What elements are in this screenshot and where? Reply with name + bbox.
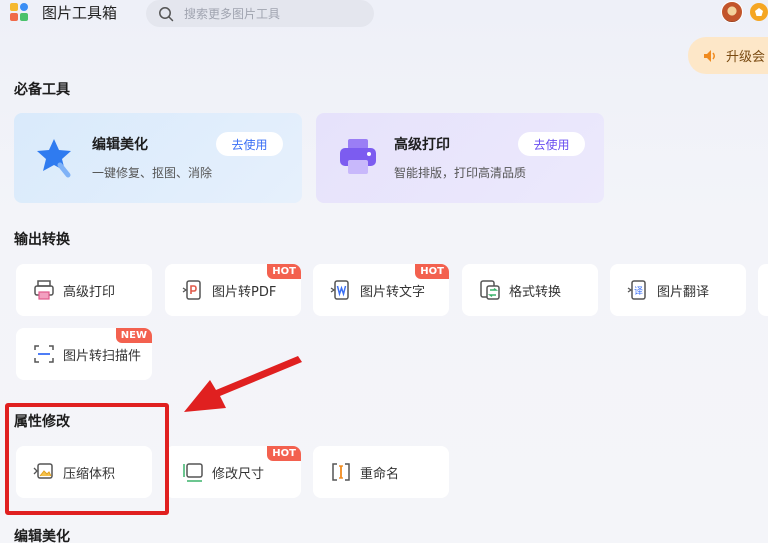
- tool-image-to-pdf[interactable]: 图片转PDF HOT: [165, 264, 301, 316]
- search-box[interactable]: [146, 0, 374, 27]
- upgrade-label: 升级会: [726, 50, 766, 65]
- tile-overflow: [758, 264, 768, 316]
- resize-icon: [183, 463, 203, 482]
- card-advanced-print[interactable]: 高级打印 智能排版，打印高清品质 去使用: [316, 113, 604, 203]
- hot-badge: HOT: [267, 446, 301, 461]
- tool-rename[interactable]: 重命名: [313, 446, 449, 498]
- card-title: 编辑美化: [92, 137, 148, 153]
- app-logo-icon: [10, 3, 30, 23]
- avatar[interactable]: [721, 1, 743, 23]
- hot-badge: HOT: [415, 264, 449, 279]
- tool-label: 高级打印: [63, 284, 116, 300]
- search-icon: [159, 6, 174, 21]
- highlight-box: [5, 403, 169, 515]
- section-title-output: 输出转换: [14, 232, 70, 248]
- search-input[interactable]: [184, 6, 364, 21]
- section-title-beautify: 编辑美化: [14, 529, 70, 543]
- tool-label: 图片翻译: [657, 284, 710, 300]
- use-button[interactable]: 去使用: [518, 132, 585, 156]
- new-badge: NEW: [115, 328, 152, 343]
- use-button[interactable]: 去使用: [216, 132, 283, 156]
- tool-resize[interactable]: 修改尺寸 HOT: [165, 446, 301, 498]
- format-convert-icon: [480, 280, 500, 300]
- pointer-arrow-icon: [184, 356, 302, 412]
- tool-label: 图片转扫描件: [63, 348, 142, 364]
- app-title: 图片工具箱: [42, 4, 118, 22]
- scan-icon: [34, 345, 54, 363]
- card-title: 高级打印: [394, 137, 450, 153]
- tool-image-translate[interactable]: 译 图片翻译: [610, 264, 746, 316]
- tool-format-convert[interactable]: 格式转换: [462, 264, 598, 316]
- tool-image-to-text[interactable]: 图片转文字 HOT: [313, 264, 449, 316]
- tool-label: 修改尺寸: [212, 466, 265, 482]
- tool-label: 格式转换: [509, 284, 562, 300]
- rename-icon: [332, 463, 350, 481]
- tool-image-to-scan[interactable]: 图片转扫描件 NEW: [16, 328, 152, 380]
- word-doc-icon: [330, 280, 349, 300]
- translate-icon: 译: [627, 280, 646, 300]
- vip-badge-icon[interactable]: [750, 3, 768, 21]
- svg-text:译: 译: [634, 286, 643, 297]
- card-description: 智能排版，打印高清品质: [394, 166, 527, 180]
- pdf-icon: [182, 280, 201, 300]
- tool-advanced-print[interactable]: 高级打印: [16, 264, 152, 316]
- magic-wand-icon: [37, 139, 71, 178]
- tool-label: 图片转PDF: [212, 284, 277, 300]
- card-edit-beautify[interactable]: 编辑美化 一键修复、抠图、消除 去使用: [14, 113, 302, 203]
- upgrade-button[interactable]: 升级会: [688, 37, 768, 74]
- card-description: 一键修复、抠图、消除: [92, 166, 213, 180]
- top-bar: 图片工具箱: [0, 0, 768, 30]
- section-title-essential: 必备工具: [14, 82, 70, 98]
- tool-label: 图片转文字: [360, 284, 426, 300]
- hot-badge: HOT: [267, 264, 301, 279]
- printer-icon: [340, 139, 376, 174]
- tool-label: 重命名: [360, 466, 400, 482]
- speaker-icon: [704, 49, 715, 62]
- printer-icon: [34, 280, 54, 300]
